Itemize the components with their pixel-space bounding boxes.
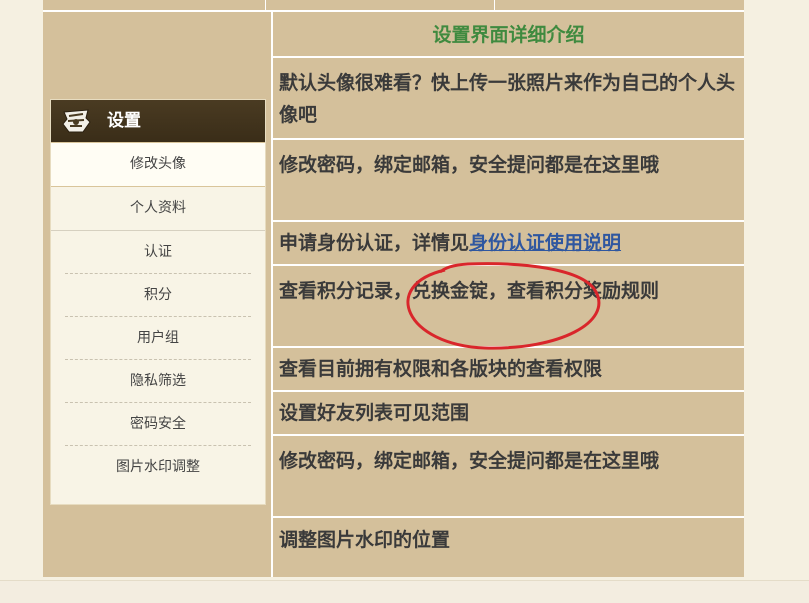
intro-row-verification-text: 申请身份认证，详情见 — [279, 232, 470, 254]
page-bottom-bar — [0, 580, 809, 603]
menu-item-profile[interactable]: 个人资料 — [51, 187, 265, 231]
menu-item-image-watermark[interactable]: 图片水印调整 — [51, 446, 265, 489]
top-cell — [266, 0, 495, 10]
menu-item-points[interactable]: 积分 — [51, 274, 265, 317]
settings-badge-icon — [62, 109, 91, 133]
verification-guide-link[interactable]: 身份认证使用说明 — [469, 232, 621, 254]
menu-item-password-security[interactable]: 密码安全 — [51, 403, 265, 446]
menu-item-verification[interactable]: 认证 — [51, 231, 265, 274]
intro-header: 设置界面详细介绍 — [273, 12, 744, 58]
intro-row-watermark: 调整图片水印的位置 — [279, 529, 451, 551]
panel-header: 设置 — [51, 100, 265, 142]
panel-title: 设置 — [107, 111, 141, 131]
intro-row-password: 修改密码，绑定邮箱，安全提问都是在这里哦 — [273, 436, 744, 518]
settings-panel: 设置 修改头像 个人资料 认证 积分 用户组 隐私筛选 密码安全 图片水印调整 — [50, 99, 266, 505]
top-cell — [43, 0, 266, 10]
settings-intro-table: 设置 修改头像 个人资料 认证 积分 用户组 隐私筛选 密码安全 图片水印调整 … — [43, 0, 744, 577]
intro-row-privacy: 设置好友列表可见范围 — [273, 392, 744, 436]
intro-row-avatar: 默认头像很难看？快上传一张照片来作为自己的个人头像吧 — [273, 58, 744, 140]
intro-row-profile: 修改密码，绑定邮箱，安全提问都是在这里哦 — [273, 140, 744, 222]
intro-row-user-group: 查看目前拥有权限和各版块的查看权限 — [273, 348, 744, 392]
intro-row-verification: 申请身份认证，详情见身份认证使用说明 — [273, 222, 744, 266]
menu-item-user-group[interactable]: 用户组 — [51, 317, 265, 360]
menu-item-change-avatar[interactable]: 修改头像 — [51, 142, 265, 187]
top-strip — [43, 0, 744, 12]
intro-row-points: 查看积分记录，兑换金锭，查看积分奖励规则 — [273, 266, 744, 348]
menu-item-privacy-filter[interactable]: 隐私筛选 — [51, 360, 265, 403]
top-cell — [495, 0, 743, 10]
intro-column: 设置界面详细介绍 默认头像很难看？快上传一张照片来作为自己的个人头像吧 修改密码… — [273, 12, 744, 563]
left-column: 设置 修改头像 个人资料 认证 积分 用户组 隐私筛选 密码安全 图片水印调整 — [43, 12, 271, 577]
